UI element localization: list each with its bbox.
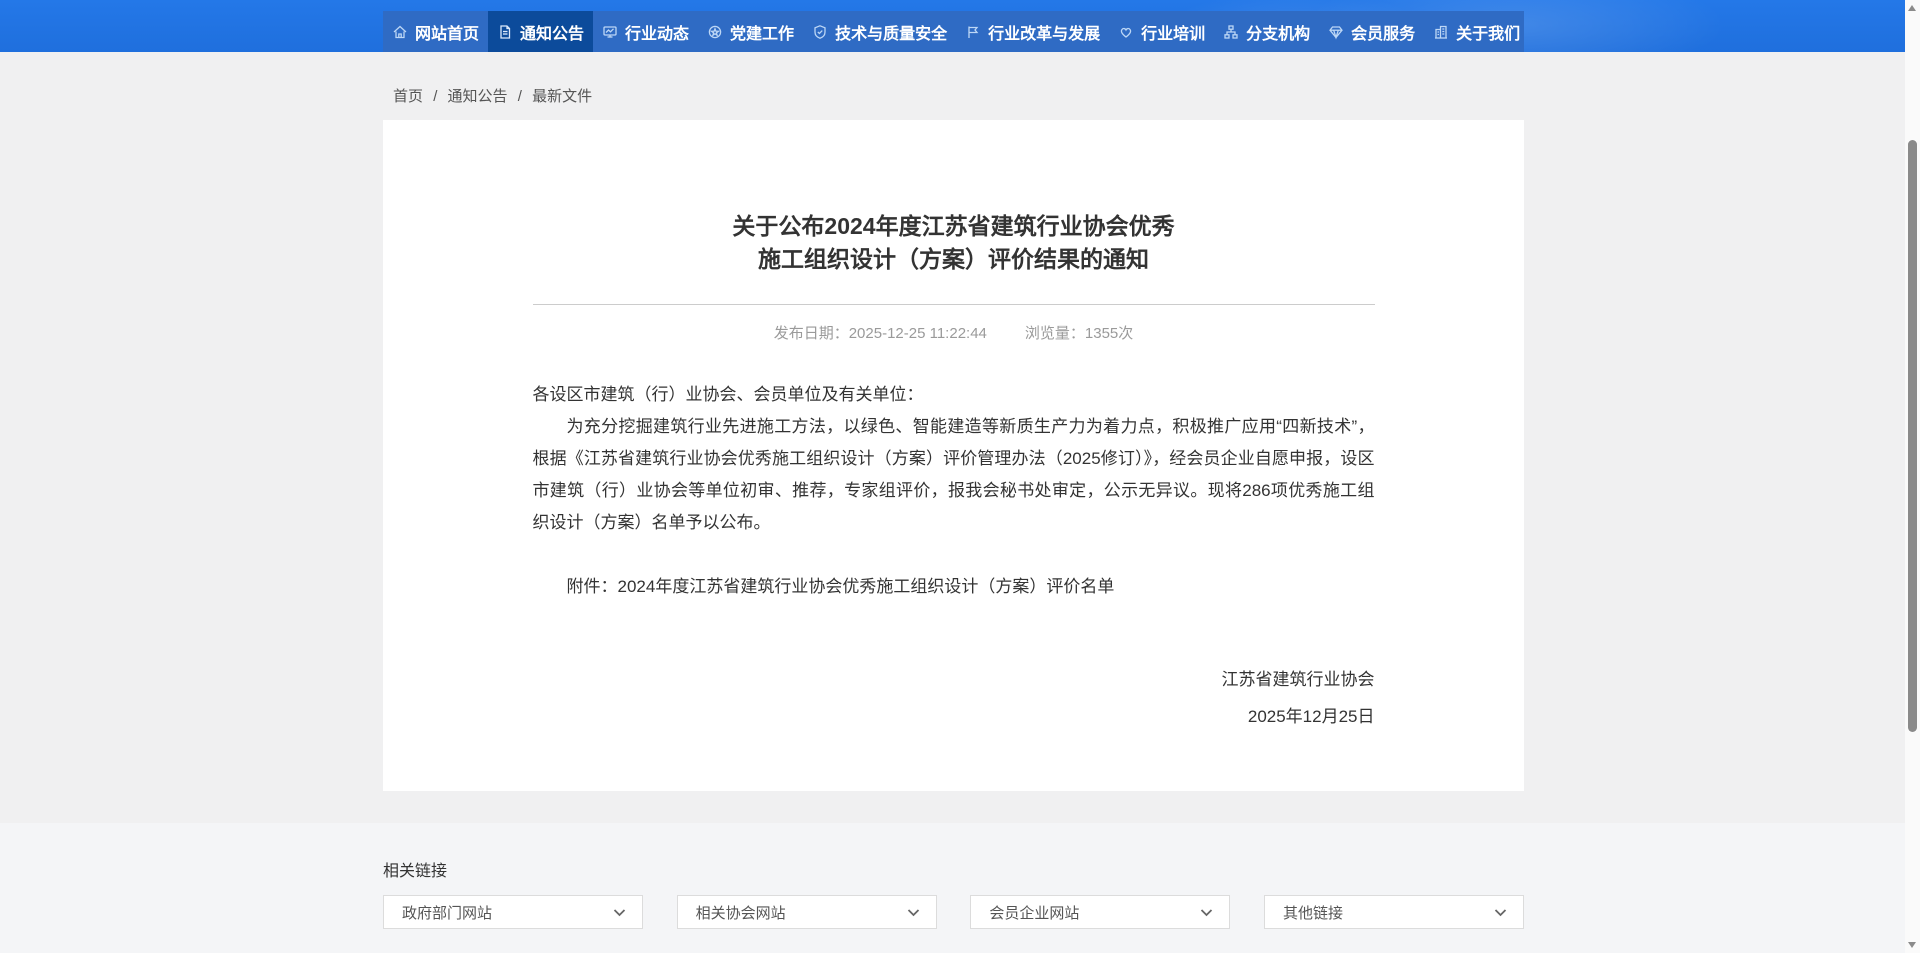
chevron-down-icon	[907, 908, 920, 917]
monitor-icon	[602, 24, 618, 40]
scrollbar-thumb[interactable]	[1908, 140, 1917, 732]
nav-item-branches[interactable]: 分支机构	[1214, 11, 1319, 52]
document-icon	[497, 24, 513, 40]
breadcrumb-separator: /	[433, 88, 437, 105]
nav-item-member-services[interactable]: 会员服务	[1319, 11, 1424, 52]
signature-block: 江苏省建筑行业协会 2025年12月25日	[533, 665, 1375, 727]
flag-icon	[965, 24, 981, 40]
building-icon	[1433, 24, 1449, 40]
breadcrumb-home[interactable]: 首页	[393, 88, 423, 105]
title-divider	[533, 304, 1375, 305]
shield-check-icon	[812, 24, 828, 40]
article-title-line2: 施工组织设计（方案）评价结果的通知	[758, 246, 1149, 272]
heart-icon	[1118, 24, 1134, 40]
views-value: 1355次	[1085, 325, 1133, 342]
article-title: 关于公布2024年度江苏省建筑行业协会优秀 施工组织设计（方案）评价结果的通知	[383, 120, 1524, 276]
nav-item-party-building[interactable]: 党建工作	[698, 11, 803, 52]
diamond-icon	[1328, 24, 1344, 40]
related-links-row: 政府部门网站 相关协会网站 会员企业网站 其他链接	[383, 895, 1524, 929]
select-government-sites[interactable]: 政府部门网站	[383, 895, 643, 929]
article-body: 各设区市建筑（行）业协会、会员单位及有关单位： 为充分挖掘建筑行业先进施工方法，…	[533, 379, 1375, 603]
chevron-down-icon	[613, 908, 626, 917]
select-value: 相关协会网站	[696, 902, 786, 923]
nav-item-tech-quality-safety[interactable]: 技术与质量安全	[803, 11, 956, 52]
nav-item-notices[interactable]: 通知公告	[488, 11, 593, 52]
footer: 相关链接 政府部门网站 相关协会网站 会员企业网站 其他链接	[0, 823, 1905, 953]
nav-item-training[interactable]: 行业培训	[1109, 11, 1214, 52]
scroll-up-icon[interactable]	[1908, 5, 1916, 11]
nav-item-reform-development[interactable]: 行业改革与发展	[956, 11, 1109, 52]
nav-item-label: 会员服务	[1351, 20, 1415, 44]
article-title-line1: 关于公布2024年度江苏省建筑行业协会优秀	[732, 213, 1174, 239]
breadcrumb-notices[interactable]: 通知公告	[448, 88, 508, 105]
nav-item-home[interactable]: 网站首页	[383, 11, 488, 52]
scroll-down-icon[interactable]	[1908, 942, 1916, 948]
paragraph-main: 为充分挖掘建筑行业先进施工方法，以绿色、智能建造等新质生产力为着力点，积极推广应…	[533, 411, 1375, 539]
article-card: 关于公布2024年度江苏省建筑行业协会优秀 施工组织设计（方案）评价结果的通知 …	[383, 120, 1524, 791]
select-value: 会员企业网站	[989, 902, 1079, 923]
nav-item-label: 关于我们	[1456, 20, 1520, 44]
paragraph-salutation: 各设区市建筑（行）业协会、会员单位及有关单位：	[533, 379, 1375, 411]
nav-item-industry-news[interactable]: 行业动态	[593, 11, 698, 52]
signature-date: 2025年12月25日	[533, 702, 1375, 727]
nav-item-label: 技术与质量安全	[835, 20, 947, 44]
breadcrumb-current: 最新文件	[532, 88, 592, 105]
article-meta: 发布日期：2025-12-25 11:22:44 浏览量：1355次	[383, 322, 1524, 343]
signature-org: 江苏省建筑行业协会	[533, 665, 1375, 690]
chevron-down-icon	[1200, 908, 1213, 917]
publish-date-value: 2025-12-25 11:22:44	[849, 325, 987, 342]
select-value: 政府部门网站	[402, 902, 492, 923]
breadcrumb-separator: /	[518, 88, 522, 105]
select-association-sites[interactable]: 相关协会网站	[677, 895, 937, 929]
attachment-link[interactable]: 附件：2024年度江苏省建筑行业协会优秀施工组织设计（方案）评价名单	[533, 571, 1375, 603]
publish-date-label: 发布日期：	[774, 325, 849, 342]
site-header: 网站首页 通知公告 行业动态 党建工作 技术与质量安全	[0, 0, 1905, 52]
select-member-enterprise-sites[interactable]: 会员企业网站	[970, 895, 1230, 929]
nav-item-label: 党建工作	[730, 20, 794, 44]
related-links-title: 相关链接	[383, 857, 447, 881]
home-icon	[392, 24, 408, 40]
nav-item-about-us[interactable]: 关于我们	[1424, 11, 1529, 52]
vertical-scrollbar	[1905, 0, 1920, 953]
nav-item-label: 行业动态	[625, 20, 689, 44]
nav-item-label: 网站首页	[415, 20, 479, 44]
party-emblem-icon	[707, 24, 723, 40]
select-value: 其他链接	[1283, 902, 1343, 923]
chevron-down-icon	[1494, 908, 1507, 917]
org-chart-icon	[1223, 24, 1239, 40]
main-nav: 网站首页 通知公告 行业动态 党建工作 技术与质量安全	[383, 11, 1524, 52]
select-other-links[interactable]: 其他链接	[1264, 895, 1524, 929]
nav-item-label: 通知公告	[520, 20, 584, 44]
nav-item-label: 分支机构	[1246, 20, 1310, 44]
views-label: 浏览量：	[1025, 325, 1085, 342]
breadcrumb: 首页 / 通知公告 / 最新文件	[393, 85, 598, 106]
nav-item-label: 行业培训	[1141, 20, 1205, 44]
nav-item-label: 行业改革与发展	[988, 20, 1100, 44]
